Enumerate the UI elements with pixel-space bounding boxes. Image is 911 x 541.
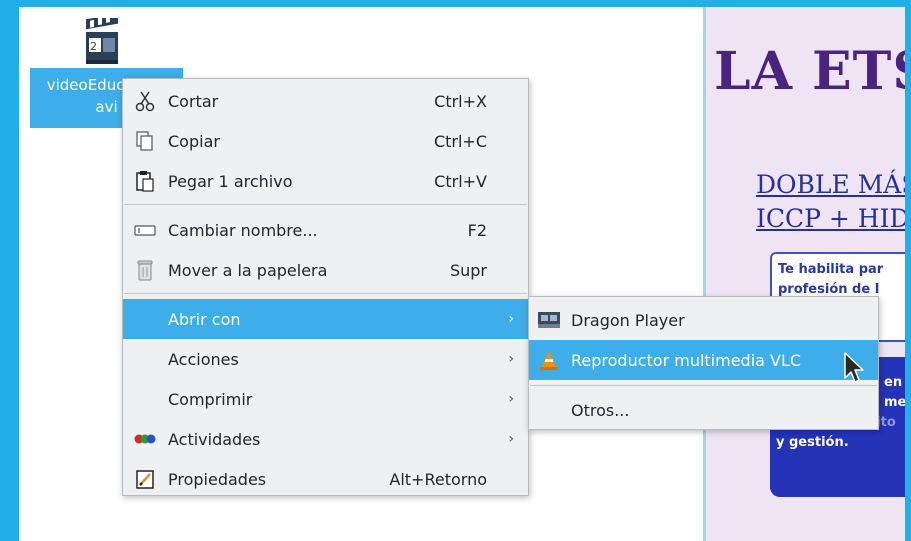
submenu-item-vlc[interactable]: Reproductor multimedia VLC	[529, 340, 878, 380]
submenu-item-label: Reproductor multimedia VLC	[571, 350, 802, 370]
menu-item-label: Pegar 1 archivo	[168, 171, 293, 191]
chevron-right-icon: ›	[508, 391, 514, 407]
menu-item-compress[interactable]: Comprimir ›	[123, 379, 528, 419]
menu-item-label: Propiedades	[168, 469, 267, 489]
menu-separator	[124, 204, 527, 205]
svg-text:2: 2	[90, 40, 97, 53]
menu-item-label: Actividades	[168, 429, 261, 449]
menu-item-activities[interactable]: Actividades ›	[123, 419, 528, 459]
submenu-item-label: Dragon Player	[571, 310, 685, 330]
menu-item-label: Comprimir	[168, 389, 253, 409]
rename-icon	[131, 218, 159, 242]
chevron-right-icon: ›	[508, 311, 514, 327]
vlc-icon	[535, 348, 563, 372]
menu-item-copy[interactable]: Copiar Ctrl+C	[123, 121, 528, 161]
context-menu: Cortar Ctrl+X Copiar Ctrl+C Pegar 1 arch…	[122, 78, 529, 496]
submenu-item-label: Otros...	[571, 400, 630, 420]
menu-item-rename[interactable]: Cambiar nombre... F2	[123, 210, 528, 250]
poster-subtitle-line2: ICCP + HID	[756, 204, 905, 233]
menu-item-properties[interactable]: Propiedades Alt+Retorno	[123, 459, 528, 499]
menu-item-label: Cortar	[168, 91, 219, 111]
menu-item-label: Acciones	[168, 349, 239, 369]
menu-item-label: Mover a la papelera	[168, 260, 328, 280]
menu-separator	[530, 385, 877, 386]
menu-item-open-with[interactable]: Abrir con ›	[123, 299, 528, 339]
chevron-right-icon: ›	[508, 351, 514, 367]
submenu-item-others[interactable]: Otros...	[529, 390, 878, 430]
menu-item-cut[interactable]: Cortar Ctrl+X	[123, 81, 528, 121]
menu-item-label: Copiar	[168, 131, 220, 151]
poster-preview: LA ETS DOBLE MÁST ICCP + HID Te habilita…	[703, 7, 905, 541]
window-frame-right	[905, 0, 911, 541]
dragon-player-icon	[535, 308, 563, 332]
activities-icon	[131, 427, 159, 451]
menu-item-shortcut: Alt+Retorno	[389, 469, 487, 489]
properties-icon	[131, 467, 159, 491]
menu-item-shortcut: Ctrl+C	[433, 131, 487, 151]
window-frame-top	[0, 0, 911, 7]
menu-item-shortcut: Ctrl+X	[434, 91, 487, 111]
paste-icon	[131, 169, 159, 193]
scissors-icon	[131, 89, 159, 113]
poster-subtitle-line1: DOBLE MÁST	[756, 170, 905, 199]
menu-item-shortcut: F2	[467, 220, 487, 240]
menu-item-actions[interactable]: Acciones ›	[123, 339, 528, 379]
trash-icon	[131, 258, 159, 282]
menu-item-label: Abrir con	[168, 309, 241, 329]
poster-box2-line: y gestión.	[776, 435, 849, 450]
menu-separator	[124, 293, 527, 294]
submenu-item-dragon-player[interactable]: Dragon Player	[529, 300, 878, 340]
open-with-submenu: Dragon Player Reproductor multimedia VLC…	[528, 296, 879, 430]
chevron-right-icon: ›	[508, 431, 514, 447]
menu-item-shortcut: Ctrl+V	[434, 171, 487, 191]
video-file-icon[interactable]: 2	[82, 13, 122, 68]
menu-item-trash[interactable]: Mover a la papelera Supr	[123, 250, 528, 290]
menu-item-label: Cambiar nombre...	[168, 220, 318, 240]
poster-box1-line: Te habilita par	[778, 262, 884, 277]
window-frame-left	[0, 0, 19, 541]
menu-item-paste[interactable]: Pegar 1 archivo Ctrl+V	[123, 161, 528, 201]
mouse-cursor-icon	[843, 352, 865, 386]
copy-icon	[131, 129, 159, 153]
poster-title: LA ETS	[714, 41, 905, 102]
menu-item-shortcut: Supr	[449, 260, 487, 280]
